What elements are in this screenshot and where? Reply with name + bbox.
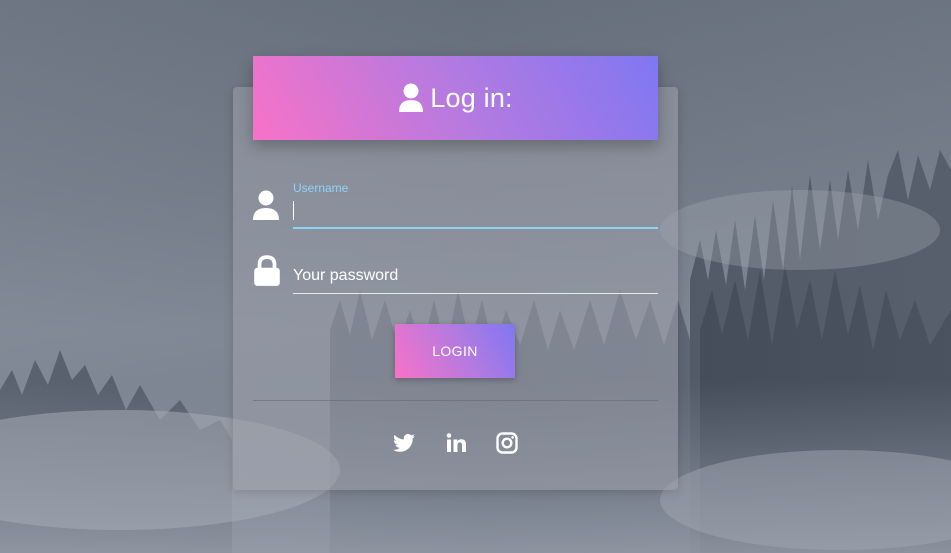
- twitter-icon[interactable]: [392, 431, 416, 455]
- divider: [253, 400, 658, 401]
- instagram-icon[interactable]: [495, 431, 519, 455]
- password-input[interactable]: [293, 264, 658, 288]
- username-label: Username: [293, 181, 349, 195]
- password-underline: [293, 293, 658, 294]
- login-header: Log in:: [253, 56, 658, 140]
- username-input[interactable]: [293, 198, 658, 222]
- user-icon: [399, 83, 424, 112]
- password-field-group: [293, 262, 658, 296]
- page-title: Log in:: [430, 82, 513, 113]
- login-button[interactable]: LOGIN: [395, 324, 515, 378]
- linkedin-icon[interactable]: [444, 431, 468, 455]
- user-icon: [253, 190, 279, 220]
- username-field-group: Username: [293, 180, 658, 230]
- username-underline: [293, 227, 658, 229]
- lock-icon: [254, 255, 280, 286]
